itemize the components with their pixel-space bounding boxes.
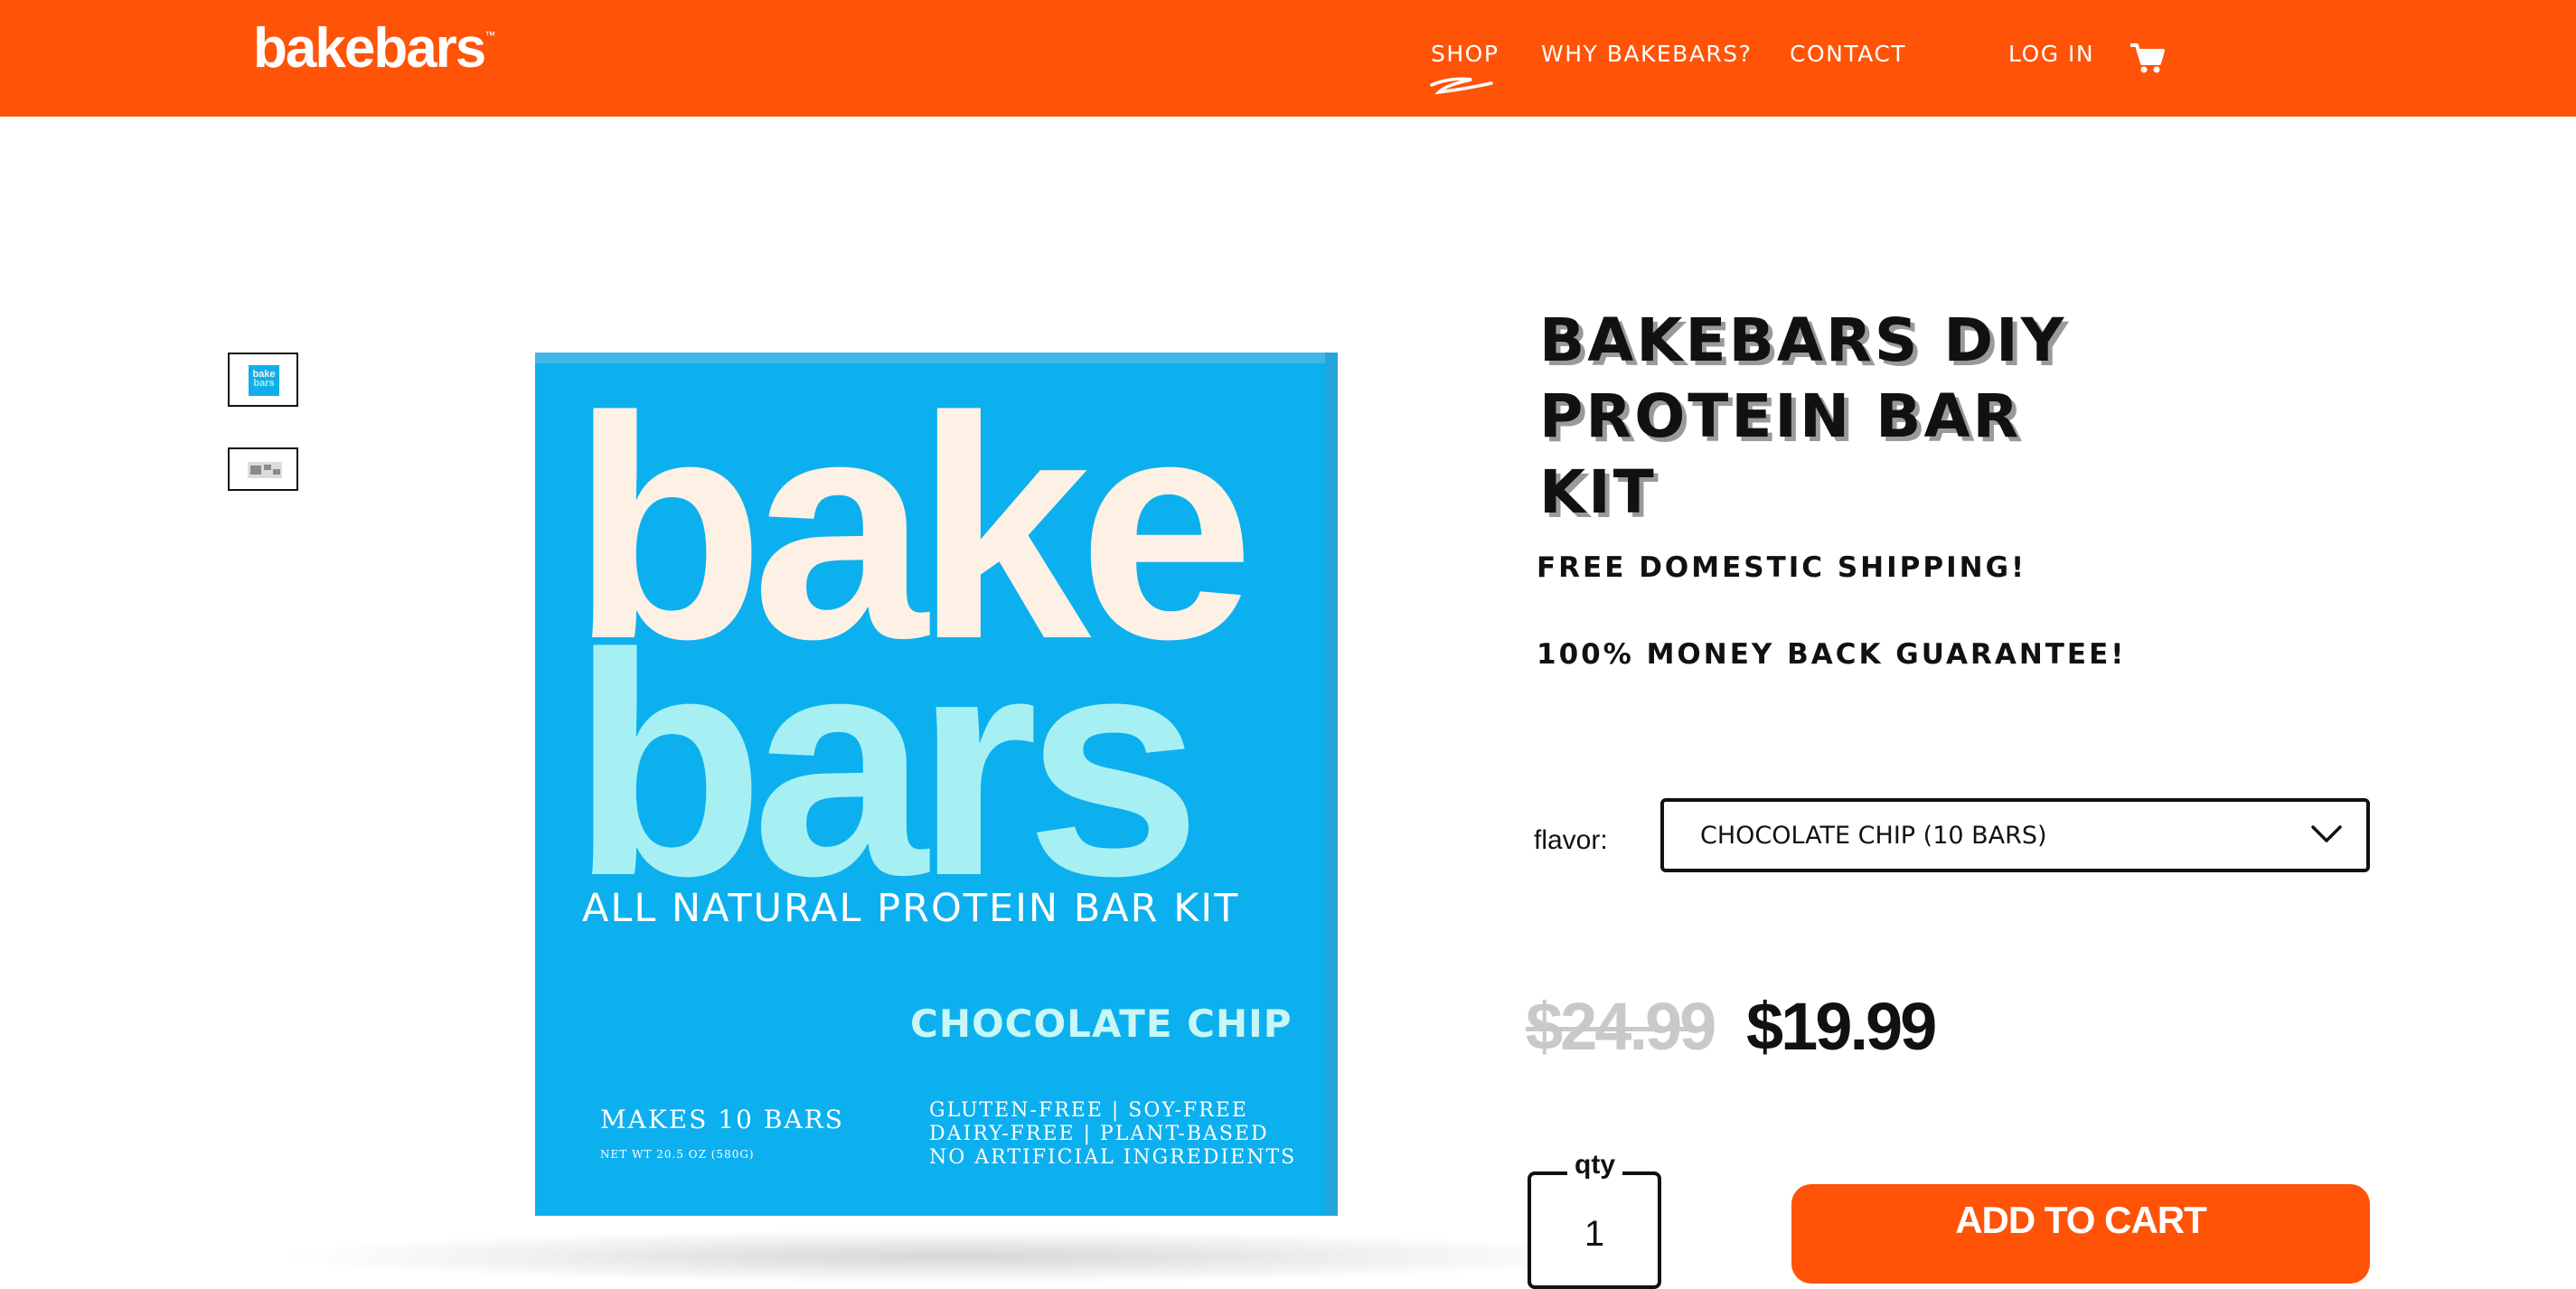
box-net-weight: NET WT 20.5 OZ (580G) bbox=[600, 1148, 755, 1161]
box-brand-word-bars: bars bbox=[571, 588, 1201, 942]
product-title-line: KIT bbox=[1539, 457, 1657, 527]
product-thumbnail-box-contents[interactable] bbox=[228, 447, 298, 491]
box-claim-line: NO ARTIFICIAL INGREDIENTS bbox=[929, 1146, 1297, 1169]
box-claims: GLUTEN-FREE | SOY-FREE DAIRY-FREE | PLAN… bbox=[929, 1099, 1296, 1170]
box-tagline: ALL NATURAL PROTEIN BAR KIT bbox=[582, 886, 1240, 931]
box-flavor: CHOCOLATE CHIP bbox=[910, 1002, 1293, 1046]
product-title-line: BAKEBARS DIY bbox=[1539, 306, 2067, 375]
box-makes-count: MAKES 10 BARS bbox=[600, 1105, 844, 1134]
logo-text: bakebars bbox=[253, 17, 486, 80]
nav-log-in[interactable]: LOG IN bbox=[2008, 41, 2094, 67]
add-to-cart-button[interactable]: ADD TO CART bbox=[1791, 1184, 2370, 1284]
money-back-note: 100% MONEY BACK GUARANTEE! bbox=[1537, 638, 2127, 671]
product-title: BAKEBARS DIY PROTEIN BAR KIT bbox=[1539, 303, 2172, 531]
original-price: $24.99 bbox=[1526, 989, 1716, 1064]
nav-why-bakebars[interactable]: WHY BAKEBARS? bbox=[1541, 41, 1752, 67]
product-thumbnail-box-front[interactable]: bake bars bbox=[228, 353, 298, 407]
thumbnail-mini-text: bake bbox=[252, 369, 276, 380]
thumbnail-image: bake bars bbox=[249, 365, 279, 396]
thumbnail-mini-text: bars bbox=[253, 378, 275, 389]
product-title-line: PROTEIN BAR bbox=[1539, 381, 2022, 451]
quantity-label: qty bbox=[1567, 1150, 1622, 1181]
image-shadow bbox=[271, 1229, 1627, 1284]
quantity-input[interactable] bbox=[1547, 1211, 1641, 1256]
box-claim-line: DAIRY-FREE | PLANT-BASED bbox=[929, 1123, 1269, 1145]
flavor-selected-value: CHOCOLATE CHIP (10 BARS) bbox=[1700, 822, 2047, 850]
chevron-down-icon bbox=[2311, 825, 2342, 842]
flavor-label: flavor: bbox=[1534, 825, 1608, 855]
product-main-image: bake bars ALL NATURAL PROTEIN BAR KIT CH… bbox=[535, 353, 1338, 1216]
flavor-dropdown[interactable]: CHOCOLATE CHIP (10 BARS) bbox=[1660, 798, 2370, 872]
thumbnail-image bbox=[248, 462, 282, 478]
site-header: bakebars™ SHOP WHY BAKEBARS? CONTACT LOG… bbox=[0, 0, 2576, 117]
active-nav-squiggle bbox=[1430, 77, 1493, 95]
free-shipping-note: FREE DOMESTIC SHIPPING! bbox=[1537, 551, 2027, 584]
shopping-cart-icon[interactable] bbox=[2129, 42, 2165, 74]
box-claim-line: GLUTEN-FREE | SOY-FREE bbox=[929, 1099, 1248, 1122]
nav-shop[interactable]: SHOP bbox=[1431, 41, 1499, 67]
sale-price: $19.99 bbox=[1746, 989, 1937, 1064]
nav-contact[interactable]: CONTACT bbox=[1790, 41, 1906, 67]
bakebars-logo[interactable]: bakebars™ bbox=[253, 16, 495, 80]
logo-trademark: ™ bbox=[484, 29, 496, 42]
